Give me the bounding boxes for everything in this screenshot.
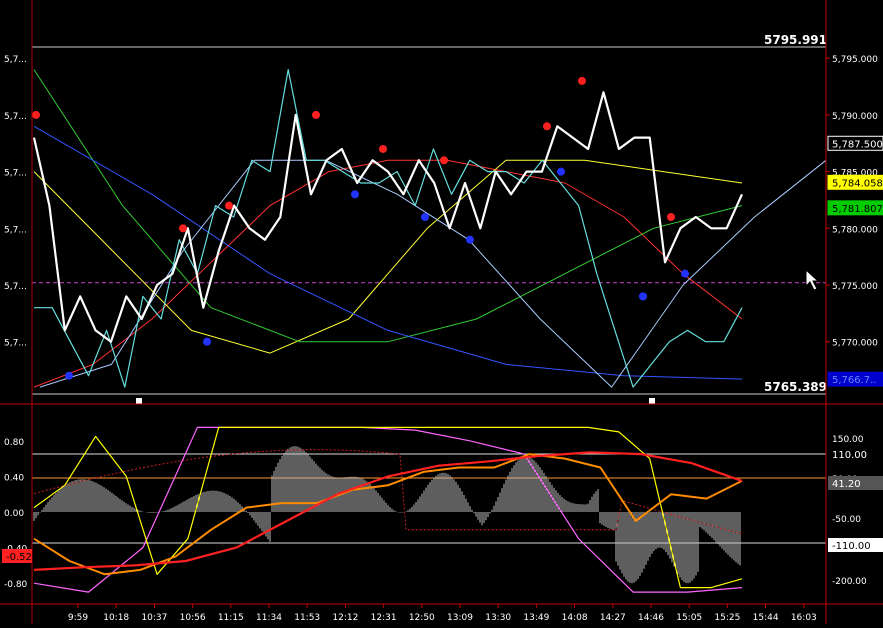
x-tick-label: 15:05 [676, 613, 702, 623]
x-tick-label: 12:31 [371, 613, 397, 623]
red-signal-dot [440, 156, 448, 165]
low-marker [649, 398, 655, 404]
x-tick-label: 13:09 [447, 613, 473, 623]
price-tag-label: 5,766.7.. [832, 375, 877, 386]
blue-signal-dot [421, 212, 429, 221]
osc-tick-label-right: 150.00 [832, 435, 864, 445]
x-tick-label: 13:49 [523, 613, 549, 623]
price-tag-label: 5,784.058 [832, 178, 883, 189]
x-tick-label: 10:56 [180, 613, 206, 623]
red-signal-dot [312, 110, 320, 119]
chart-svg[interactable]: 5795.991 5765.389 5,795.000 5,7... 5,790.00… [0, 0, 883, 624]
chart-container[interactable]: 5795.991 5765.389 5,795.000 5,7... 5,790.00… [0, 0, 883, 624]
red-signal-dot [667, 212, 675, 221]
y-tick-label-left: 5,7... [4, 55, 27, 65]
price-tag-label: 5,787.500 [832, 139, 883, 150]
blue-signal-dot [65, 371, 73, 380]
x-tick-label: 11:15 [218, 613, 244, 623]
y-tick-label: 5,790.000 [832, 112, 878, 122]
y-tick-label: 5,775.000 [832, 282, 878, 292]
upper-level-label: 110.00 [832, 450, 867, 461]
osc-tick-label-left: 0.80 [4, 438, 24, 448]
x-tick-label: 15:25 [714, 613, 740, 623]
y-tick-label: 5,780.000 [832, 225, 878, 235]
blue-signal-dot [681, 269, 689, 278]
blue-signal-dot [639, 292, 647, 301]
red-signal-dot [32, 110, 40, 119]
red-signal-dot [379, 144, 387, 153]
value-tag-label: -0.52 [6, 552, 32, 563]
osc-tick-label-left: 0.00 [4, 509, 24, 519]
red-signal-dot [543, 122, 551, 131]
blue-signal-dot [203, 337, 211, 346]
y-tick-label-left: 5,7... [4, 225, 27, 235]
y-tick-label-left: 5,7... [4, 112, 27, 122]
y-tick-label: 5,770.000 [832, 339, 878, 349]
price-tag-label: 5,781.807 [832, 204, 883, 215]
y-tick-label-left: 5,7... [4, 339, 27, 349]
y-tick-label-left: 5,7... [4, 169, 27, 179]
x-tick-label: 12:12 [332, 613, 358, 623]
value-tag-label: 41.20 [832, 479, 861, 490]
osc-tick-label-left: -0.80 [4, 580, 28, 590]
x-tick-label: 10:37 [141, 613, 167, 623]
y-tick-label-left: 5,7... [4, 282, 27, 292]
x-tick-label: 15:44 [753, 613, 779, 623]
x-tick-label: 14:08 [562, 613, 588, 623]
x-tick-label: 14:27 [600, 613, 626, 623]
blue-signal-dot [351, 190, 359, 199]
red-signal-dot [179, 224, 187, 233]
red-signal-dot [225, 201, 233, 210]
low-marker [136, 398, 142, 404]
x-tick-label: 16:03 [791, 613, 817, 623]
x-tick-label: 10:18 [103, 613, 129, 623]
x-tick-label: 11:53 [294, 613, 320, 623]
value-tag-label: -110.00 [832, 541, 871, 552]
x-tick-label: 9:59 [68, 613, 88, 623]
chart-background [0, 0, 883, 624]
osc-tick-label-left: 0.40 [4, 473, 24, 483]
blue-signal-dot [557, 167, 565, 176]
blue-signal-dot [466, 235, 474, 244]
x-tick-label: 11:34 [256, 613, 282, 623]
red-signal-dot [578, 76, 586, 85]
x-tick-label: 12:50 [409, 613, 435, 623]
high-level-label: 5795.991 [764, 33, 827, 47]
x-tick-label: 13:30 [485, 613, 511, 623]
osc-tick-label-right: -200.00 [832, 577, 867, 587]
y-tick-label: 5,795.000 [832, 55, 878, 65]
low-level-label: 5765.389 [764, 380, 827, 394]
osc-tick-label-right: -50.00 [832, 515, 861, 525]
x-tick-label: 14:46 [638, 613, 664, 623]
